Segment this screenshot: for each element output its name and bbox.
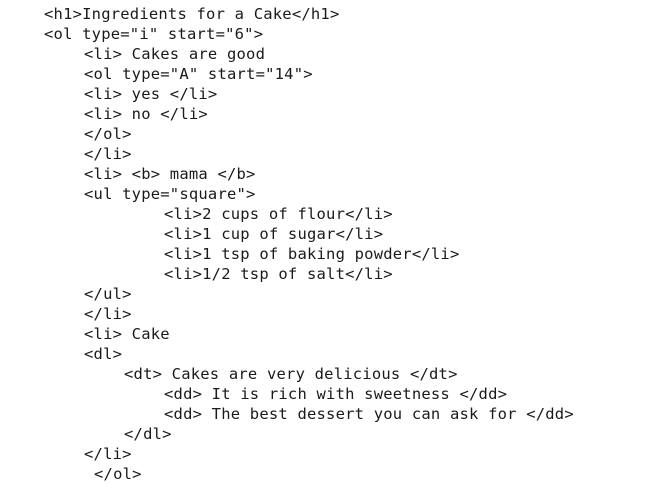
code-line-22: </dl> (124, 425, 172, 443)
code-line-16: </li> (84, 305, 132, 323)
code-line-9: <li> <b> mama </b> (84, 165, 256, 183)
code-line-6: <li> no </li> (84, 105, 208, 123)
code-line-4: <ol type="A" start="14"> (84, 65, 313, 83)
code-line-2: <ol type="i" start="6"> (44, 25, 264, 43)
code-line-5: <li> yes </li> (84, 85, 218, 103)
code-line-23: </li> (84, 445, 132, 463)
code-line-8: </li> (84, 145, 132, 163)
code-line-12: <li>1 cup of sugar</li> (164, 225, 384, 243)
code-line-15: </ul> (84, 285, 132, 303)
code-line-20: <dd> It is rich with sweetness </dd> (164, 385, 508, 403)
code-line-11: <li>2 cups of flour</li> (164, 205, 393, 223)
code-line-21: <dd> The best dessert you can ask for </… (164, 405, 574, 423)
code-line-14: <li>1/2 tsp of salt</li> (164, 265, 393, 283)
code-view: <h1>Ingredients for a Cake</h1> <ol type… (0, 0, 653, 487)
code-line-17: <li> Cake (84, 325, 170, 343)
code-line-7: </ol> (84, 125, 132, 143)
code-line-1: <h1>Ingredients for a Cake</h1> (44, 5, 340, 23)
code-line-3: <li> Cakes are good (84, 45, 266, 63)
code-line-18: <dl> (84, 345, 123, 363)
code-line-24: </ol> (94, 465, 142, 483)
code-line-19: <dt> Cakes are very delicious </dt> (124, 365, 458, 383)
code-line-13: <li>1 tsp of baking powder</li> (164, 245, 460, 263)
code-line-10: <ul type="square"> (84, 185, 256, 203)
